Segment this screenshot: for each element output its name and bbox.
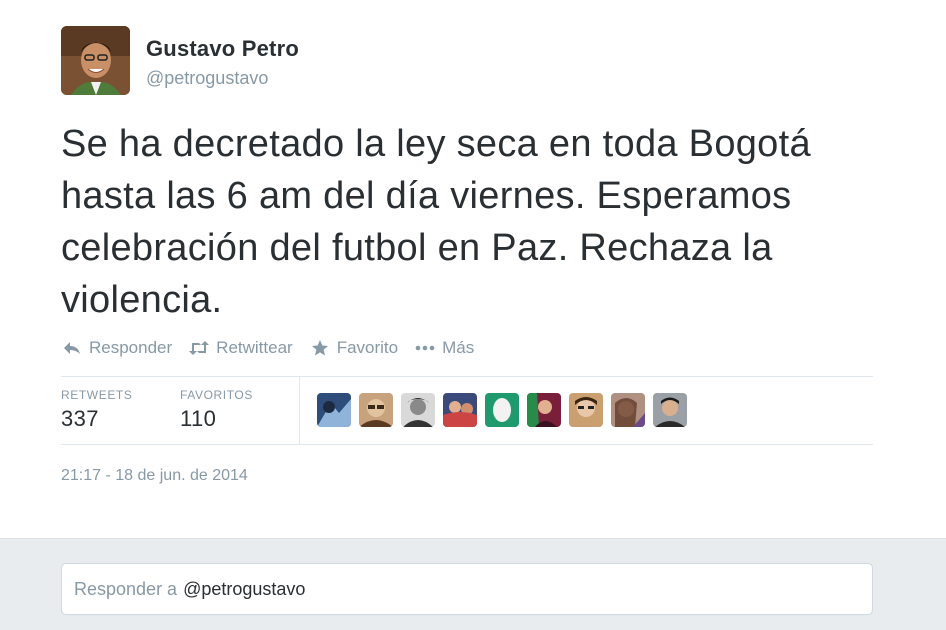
retweet-label: Retwittear — [216, 338, 293, 357]
favoriter-avatar[interactable] — [443, 393, 477, 427]
tweet-actions: Responder Retwittear Favorito Más — [61, 336, 490, 360]
favoriter-avatar[interactable] — [359, 393, 393, 427]
more-button[interactable]: Más — [414, 337, 474, 359]
favoriter-avatar[interactable] — [653, 393, 687, 427]
reply-input[interactable]: Responder a @petrogustavo — [61, 563, 873, 615]
favorite-label: Favorito — [336, 338, 399, 357]
tweet-timestamp[interactable]: 21:17 - 18 de jun. de 2014 — [61, 467, 248, 485]
favoriter-avatar[interactable] — [569, 393, 603, 427]
more-dots-icon — [414, 337, 436, 359]
stats-separator — [299, 377, 300, 444]
favoriter-avatar[interactable] — [401, 393, 435, 427]
author-name[interactable]: Gustavo Petro — [146, 36, 299, 62]
favoriter-avatar[interactable] — [527, 393, 561, 427]
reply-icon — [61, 337, 83, 359]
favoriter-avatar[interactable] — [611, 393, 645, 427]
reply-area: Responder a @petrogustavo — [0, 538, 946, 630]
more-label: Más — [442, 338, 475, 357]
divider-top — [61, 376, 873, 377]
reply-button[interactable]: Responder — [61, 337, 172, 359]
retweets-label: RETWEETS — [61, 388, 133, 402]
author-avatar[interactable] — [61, 26, 130, 95]
retweets-stat[interactable]: RETWEETS 337 — [61, 388, 132, 432]
avatar-photo — [61, 26, 130, 95]
favorite-button[interactable]: Favorito — [309, 337, 398, 359]
reply-placeholder-handle: @petrogustavo — [183, 578, 306, 599]
author-handle[interactable]: @petrogustavo — [146, 68, 268, 89]
retweet-button[interactable]: Retwittear — [188, 337, 293, 359]
tweet-card: Gustavo Petro @petrogustavo Se ha decret… — [0, 0, 946, 538]
tweet-text: Se ha decretado la ley seca en toda Bogo… — [61, 123, 811, 321]
favorites-stat[interactable]: FAVORITOS 110 — [180, 388, 253, 432]
favoriter-avatar[interactable] — [485, 393, 519, 427]
retweets-count: 337 — [61, 406, 99, 431]
favoriter-avatar[interactable] — [317, 393, 351, 427]
favorites-label: FAVORITOS — [180, 388, 253, 402]
divider-bottom — [61, 444, 873, 445]
reply-placeholder-prefix: Responder a — [74, 578, 178, 599]
star-icon — [309, 337, 331, 359]
reply-label: Responder — [89, 338, 173, 357]
retweet-icon — [188, 337, 210, 359]
favoriters-avatars — [317, 393, 695, 427]
favorites-count: 110 — [180, 406, 217, 431]
